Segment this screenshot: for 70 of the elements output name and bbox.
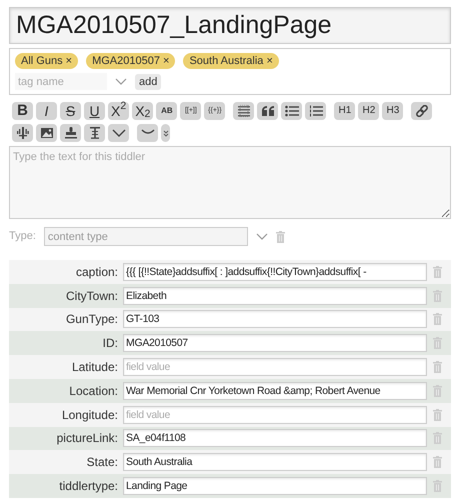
delete-icon[interactable] xyxy=(433,266,442,278)
quote-button[interactable] xyxy=(257,102,278,120)
quote-icon xyxy=(260,105,275,117)
chevron-down-button[interactable] xyxy=(108,124,129,142)
preview-icon xyxy=(16,127,30,139)
dropdown-chevron-icon[interactable] xyxy=(115,78,127,86)
numbered-list-button[interactable] xyxy=(305,102,326,120)
field-value-input[interactable]: {{{ [{!!State}addsuffix[ : ]addsuffix{!!CityTown}addsuffix[ - xyxy=(123,262,427,281)
tag[interactable]: MGA2010507 × xyxy=(86,53,176,69)
dropdown-button[interactable] xyxy=(161,124,170,142)
field-value-input[interactable]: War Memorial Cnr Yorketown Road &amp; Robert Avenue xyxy=(123,382,427,400)
tag-name-field[interactable]: tag name xyxy=(15,73,107,90)
underline-button[interactable]: U xyxy=(84,102,105,120)
stamp-button[interactable] xyxy=(60,124,81,142)
field-label: ID: xyxy=(102,335,119,352)
smile-button[interactable] xyxy=(137,124,158,142)
bold-button[interactable]: B xyxy=(12,102,33,120)
link-icon xyxy=(414,105,429,117)
field-value-input[interactable]: South Australia xyxy=(123,453,427,472)
field-label: tiddlertype: xyxy=(58,478,119,496)
format-button[interactable]: X$^{2}$ xyxy=(108,102,130,120)
bullet-list-button[interactable] xyxy=(281,102,302,120)
heading-button[interactable]: H3 xyxy=(382,102,404,120)
field-label: CityTown: xyxy=(64,288,119,305)
excise-icon xyxy=(236,105,251,117)
content-type-field[interactable]: content type xyxy=(44,227,248,246)
small-caps-button[interactable]: AB xyxy=(156,102,178,120)
delete-icon[interactable] xyxy=(276,230,285,242)
transclude-button[interactable] xyxy=(84,124,105,142)
field-value-input[interactable]: Elizabeth xyxy=(123,286,427,305)
title-field[interactable]: MGA2010507_LandingPage xyxy=(9,7,451,44)
text-area[interactable]: Type the text for this tiddler xyxy=(9,146,451,219)
delete-icon[interactable] xyxy=(433,408,442,421)
field-label: State: xyxy=(86,454,119,472)
chevron-down-icon xyxy=(112,127,126,139)
field-label: Location: xyxy=(68,382,119,400)
chevron-down-icon xyxy=(162,128,168,138)
heading-button[interactable]: H2 xyxy=(358,102,380,120)
field-value-input[interactable]: Landing Page xyxy=(123,477,427,496)
italic-button[interactable]: I xyxy=(36,102,57,120)
type-label: Type: xyxy=(9,229,36,244)
delete-icon[interactable] xyxy=(433,313,442,326)
field-label: Longitude: xyxy=(60,406,119,424)
field-value-input[interactable]: field value xyxy=(123,406,427,424)
picture-icon xyxy=(40,127,54,139)
field-value-input[interactable]: MGA2010507 xyxy=(123,334,427,352)
stamp-icon xyxy=(64,127,78,139)
tag[interactable]: All Guns × xyxy=(15,53,78,69)
field-value-input[interactable]: field value xyxy=(123,358,427,376)
format-button[interactable]: X$_{2}$ xyxy=(132,102,154,120)
bullet-list-icon xyxy=(284,105,299,117)
field-value-input[interactable]: GT-103 xyxy=(123,310,427,328)
field-label: Latitude: xyxy=(70,359,119,376)
heading-button[interactable]: H1 xyxy=(334,102,356,120)
field-label: pictureLink: xyxy=(56,430,119,448)
add-button[interactable]: add xyxy=(135,74,162,90)
strikethrough-button[interactable]: S xyxy=(60,102,81,120)
link-button[interactable] xyxy=(411,102,432,120)
delete-icon[interactable] xyxy=(433,361,442,374)
field-label: GunType: xyxy=(64,311,119,328)
tag[interactable]: South Australia × xyxy=(183,53,279,69)
excise-button[interactable] xyxy=(233,102,254,120)
preview-button[interactable] xyxy=(12,124,33,142)
transclude-icon xyxy=(88,127,102,139)
delete-icon[interactable] xyxy=(433,456,442,468)
field-value-input[interactable]: SA_e04f1108 xyxy=(123,429,427,448)
dropdown-chevron-icon[interactable] xyxy=(256,232,268,240)
numbered-list-icon xyxy=(308,105,323,117)
picture-button[interactable] xyxy=(36,124,57,142)
field-label: caption: xyxy=(74,264,119,281)
